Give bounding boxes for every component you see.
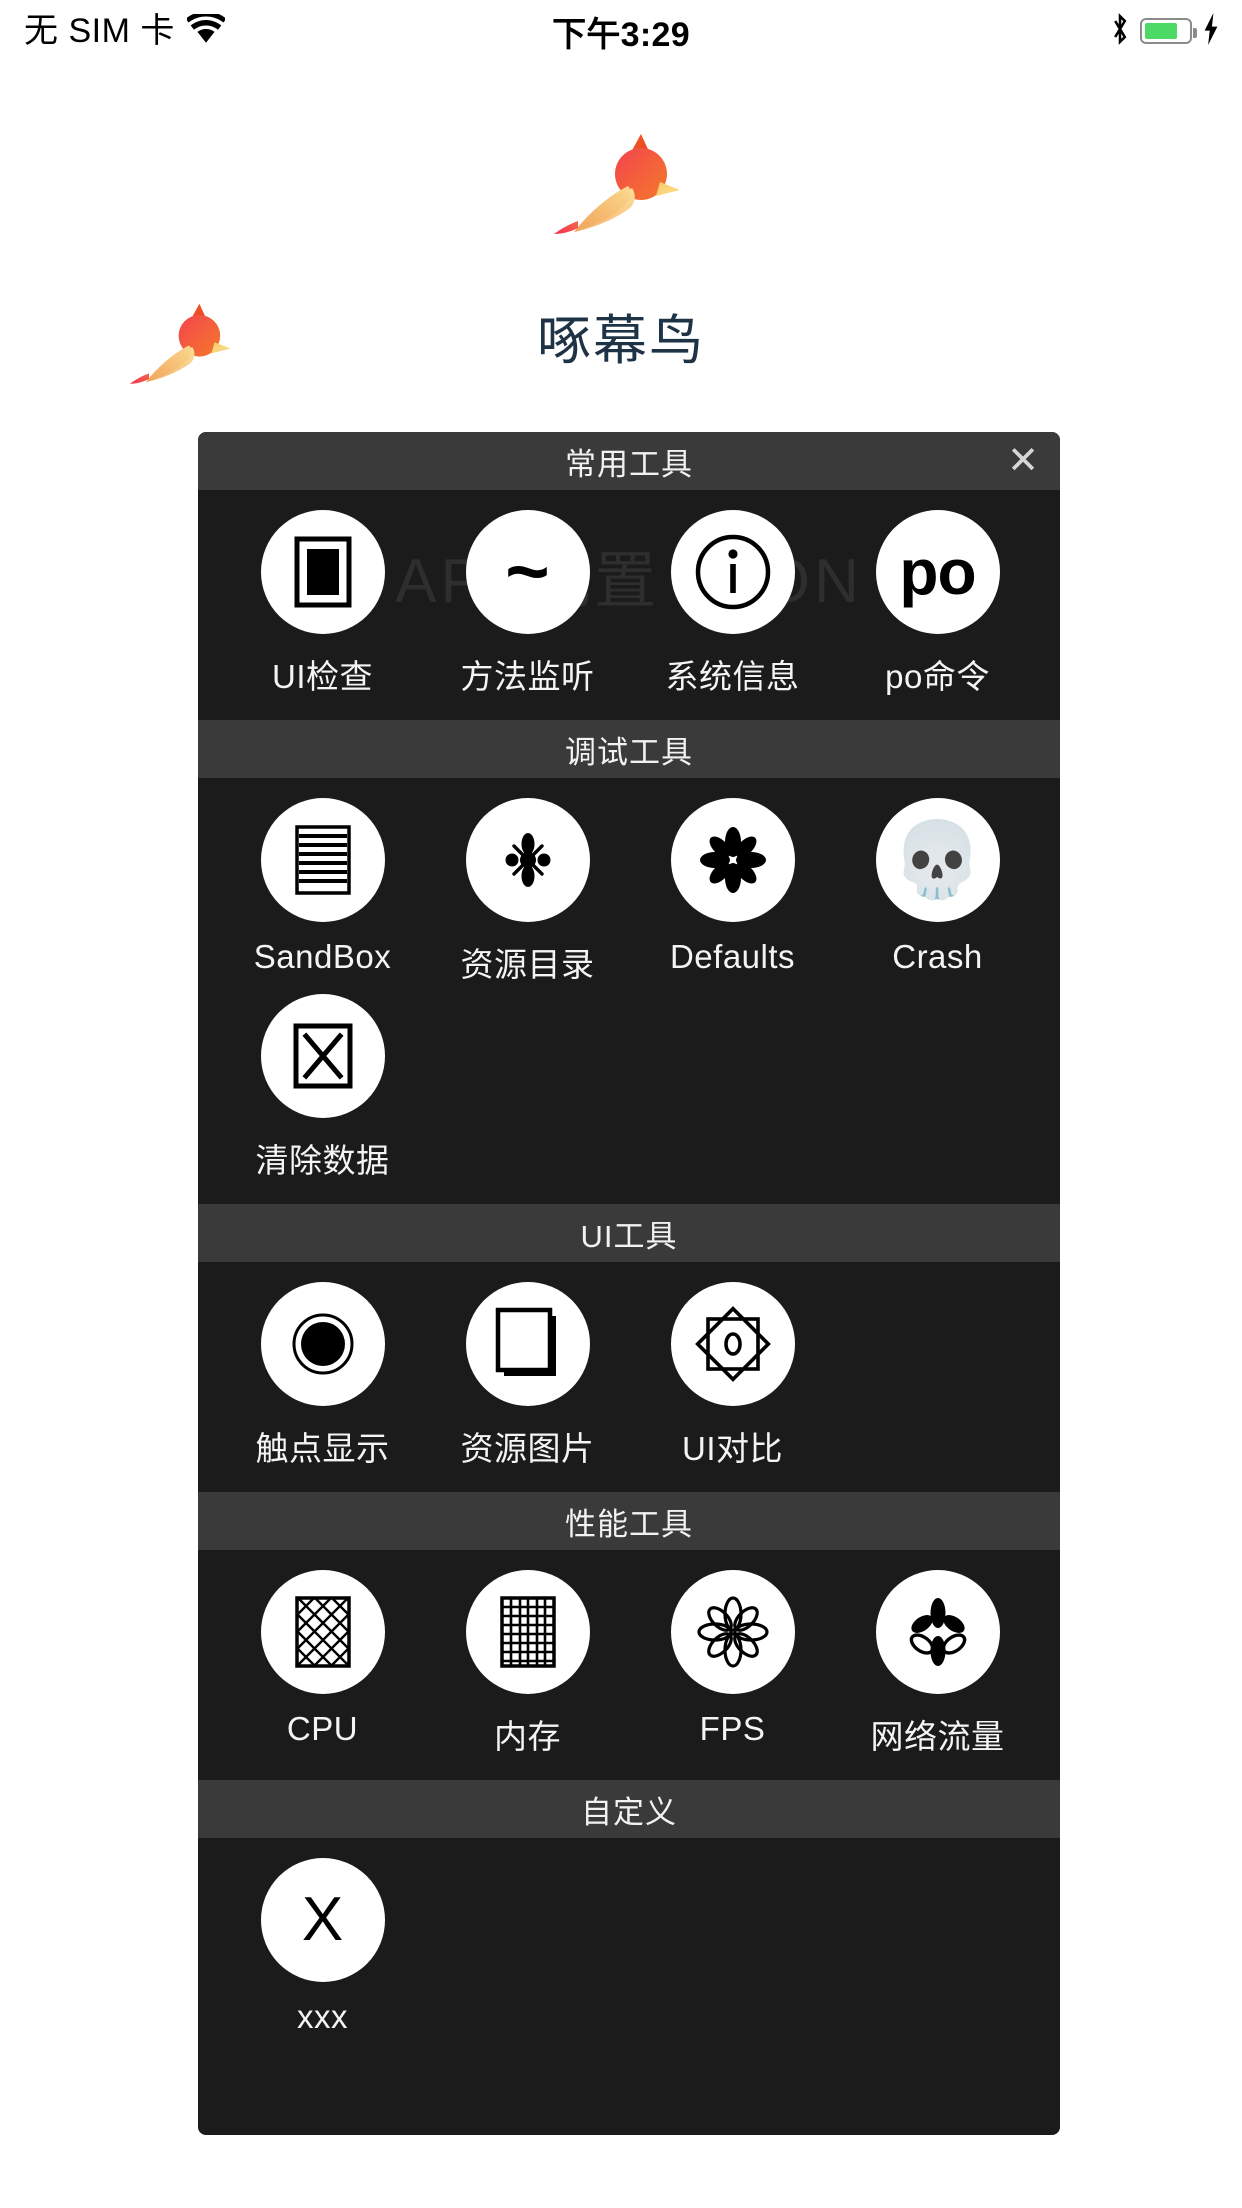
section-body-custom: X xxx (198, 1838, 1060, 2058)
tool-resource-image[interactable]: 资源图片 (425, 1282, 630, 1470)
battery-fill (1145, 23, 1177, 39)
po-command-icon: po (875, 510, 1000, 634)
memory-icon (465, 1570, 590, 1694)
section-body-performance: CPU 内存 FPS 网络流量 (198, 1550, 1060, 1780)
x-glyph: X (301, 1885, 344, 1954)
resource-image-icon (465, 1282, 590, 1406)
tool-resource-directory[interactable]: 资源目录 (425, 798, 630, 986)
sandbox-icon (260, 798, 385, 922)
method-monitor-icon: ~ (465, 510, 590, 634)
skull-glyph: 💀 (891, 818, 984, 901)
tool-label: Crash (892, 938, 983, 975)
section-header-debug: 调试工具 (198, 720, 1060, 778)
tool-label: Defaults (669, 938, 796, 975)
section-body-ui: 触点显示 资源图片 UI对比 (198, 1262, 1060, 1492)
section-title: 性能工具 (565, 1506, 693, 1542)
tool-grid-ui: 触点显示 资源图片 UI对比 (198, 1282, 1060, 1478)
tool-label: xxx (297, 1998, 348, 2035)
tool-label: 清除数据 (255, 1142, 390, 1179)
section-title: UI工具 (580, 1218, 678, 1254)
tool-label: po命令 (885, 658, 990, 695)
po-glyph: po (899, 536, 976, 608)
clock-label: 下午3:29 (552, 15, 690, 54)
tool-po-command[interactable]: po po命令 (835, 510, 1040, 698)
tool-grid-common: UI检查 ~ 方法监听 系统信息 po po命令 (198, 510, 1060, 706)
status-bar-right (1110, 0, 1220, 62)
defaults-icon (670, 798, 795, 922)
battery-icon (1140, 18, 1197, 44)
cpu-icon (260, 1570, 385, 1694)
section-header-ui: UI工具 (198, 1204, 1060, 1262)
tool-fps[interactable]: FPS (630, 1570, 835, 1758)
tool-method-monitor[interactable]: ~ 方法监听 (425, 510, 630, 698)
bluetooth-icon (1110, 12, 1130, 50)
section-body-debug: SandBox 资源目录 Defaults 💀 Crash 清除数据 (198, 778, 1060, 1204)
panel-title: 常用工具 (565, 446, 693, 482)
tool-ui-inspect[interactable]: UI检查 (220, 510, 425, 698)
tool-cpu[interactable]: CPU (220, 1570, 425, 1758)
section-body-common: API 配置 JSON UI检查 ~ 方法监听 系统信息 po po命令 (198, 490, 1060, 720)
tool-ui-compare[interactable]: UI对比 (630, 1282, 835, 1470)
tool-touch-indicator[interactable]: 触点显示 (220, 1282, 425, 1470)
panel-header: 常用工具 ✕ (198, 432, 1060, 490)
tool-system-info[interactable]: 系统信息 (630, 510, 835, 698)
tool-label: CPU (286, 1710, 359, 1747)
section-title: 调试工具 (565, 734, 693, 770)
tool-grid-performance: CPU 内存 FPS 网络流量 (198, 1570, 1060, 1766)
tool-label: 方法监听 (460, 658, 595, 695)
tool-network-traffic[interactable]: 网络流量 (835, 1570, 1040, 1758)
clear-data-icon (260, 994, 385, 1118)
tool-label: UI检查 (272, 658, 373, 695)
resource-directory-icon (465, 798, 590, 922)
tool-label: 网络流量 (870, 1718, 1005, 1755)
ui-inspect-icon (260, 510, 385, 634)
skull-crash-icon: 💀 (875, 798, 1000, 922)
custom-x-icon: X (260, 1858, 385, 1982)
page-title: 啄幕鸟 (537, 311, 705, 371)
tool-label: FPS (699, 1710, 766, 1747)
tool-grid-custom: X xxx (198, 1858, 1060, 2044)
tool-label: 触点显示 (255, 1430, 390, 1467)
lightning-bolt-icon (1202, 12, 1220, 50)
section-header-performance: 性能工具 (198, 1492, 1060, 1550)
tool-custom-x[interactable]: X xxx (220, 1858, 425, 2036)
tool-defaults[interactable]: Defaults (630, 798, 835, 986)
woodpecker-bird-logo (548, 128, 698, 238)
tool-label: 内存 (494, 1718, 561, 1755)
tool-clear-data[interactable]: 清除数据 (220, 994, 425, 1182)
fps-icon (670, 1570, 795, 1694)
section-title: 自定义 (581, 1794, 677, 1830)
tool-label: 资源目录 (460, 946, 595, 983)
tool-sandbox[interactable]: SandBox (220, 798, 425, 986)
tool-crash[interactable]: 💀 Crash (835, 798, 1040, 986)
close-icon[interactable]: ✕ (1000, 438, 1046, 484)
status-bar: 无 SIM 卡 下午3:29 (0, 0, 1242, 62)
system-info-icon (670, 510, 795, 634)
tool-label: UI对比 (682, 1430, 783, 1467)
tool-label: 系统信息 (665, 658, 800, 695)
tool-label: SandBox (253, 938, 392, 975)
status-bar-center: 下午3:29 (0, 0, 1242, 62)
touch-indicator-icon (260, 1282, 385, 1406)
network-traffic-icon (875, 1570, 1000, 1694)
tool-label: 资源图片 (460, 1430, 595, 1467)
ui-compare-icon (670, 1282, 795, 1406)
tool-memory[interactable]: 内存 (425, 1570, 630, 1758)
debug-tool-panel: 常用工具 ✕ API 配置 JSON UI检查 ~ 方法监听 系统信息 po p… (198, 432, 1060, 2135)
section-header-custom: 自定义 (198, 1780, 1060, 1838)
screen: 无 SIM 卡 下午3:29 啄幕鸟 常用工具 ✕ API 配置 JSON UI… (0, 0, 1242, 2208)
tool-grid-debug: SandBox 资源目录 Defaults 💀 Crash 清除数据 (198, 798, 1060, 1190)
tilde-glyph: ~ (505, 529, 550, 615)
